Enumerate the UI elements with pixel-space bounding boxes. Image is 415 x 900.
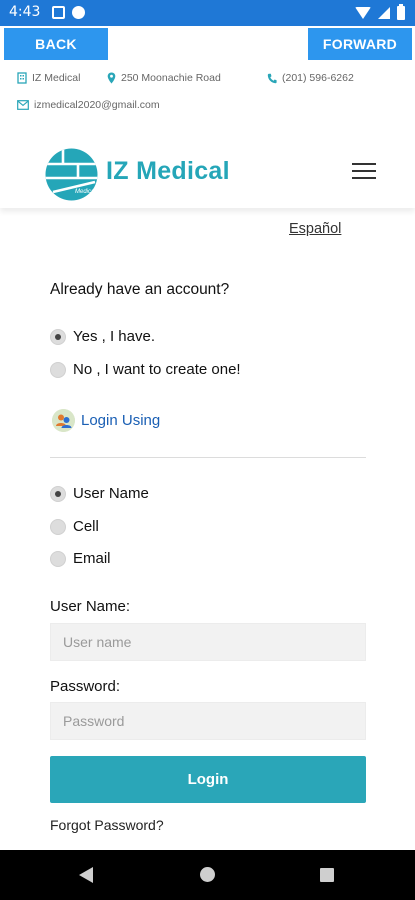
contact-phone-text: (201) 596-6262 [282, 72, 354, 84]
contact-name-text: IZ Medical [32, 72, 81, 84]
radio-button[interactable] [50, 518, 66, 535]
radio-login-cell[interactable]: Cell [50, 518, 99, 535]
system-back-icon[interactable] [79, 867, 93, 883]
system-recents-icon[interactable] [320, 868, 334, 882]
radio-button[interactable] [50, 550, 66, 567]
login-using-link[interactable]: Login Using [52, 409, 160, 432]
wifi-icon [355, 7, 371, 19]
radio-label: User Name [73, 485, 149, 502]
username-label: User Name: [50, 598, 131, 615]
radio-label: Cell [73, 518, 99, 535]
radio-label: Email [73, 550, 111, 567]
system-nav-bar [0, 850, 415, 900]
system-home-icon[interactable] [200, 867, 215, 882]
logo-small-text: Medical [75, 189, 96, 195]
radio-button[interactable] [50, 328, 66, 345]
contact-email[interactable]: izmedical2020@gmail.com [17, 99, 160, 111]
language-link[interactable]: Español [289, 221, 341, 237]
contact-address: 250 Moonachie Road [107, 72, 221, 84]
radio-label: No , I want to create one! [73, 361, 241, 378]
password-label: Password: [50, 678, 121, 695]
status-indicators [355, 4, 405, 22]
notification-icon [52, 6, 65, 19]
divider [50, 457, 366, 458]
map-pin-icon [107, 72, 116, 84]
forgot-password-link[interactable]: Forgot Password? [50, 817, 164, 833]
login-using-label: Login Using [81, 412, 161, 429]
signal-icon [378, 7, 390, 19]
radio-button[interactable] [50, 361, 66, 378]
app-notification-icon [72, 6, 85, 19]
back-button[interactable]: BACK [4, 28, 108, 60]
contact-email-text: izmedical2020@gmail.com [34, 99, 160, 111]
radio-login-email[interactable]: Email [50, 550, 111, 567]
account-question: Already have an account? [50, 281, 230, 298]
status-bar: 4:43 [0, 0, 415, 26]
radio-have-account[interactable]: Yes , I have. [50, 328, 155, 345]
forward-button[interactable]: FORWARD [308, 28, 412, 60]
username-input[interactable] [50, 623, 366, 661]
users-icon [52, 409, 75, 432]
radio-button[interactable] [50, 485, 66, 502]
radio-label: Yes , I have. [73, 328, 156, 345]
battery-icon [397, 4, 405, 20]
login-button[interactable]: Login [50, 756, 366, 803]
status-time: 4:43 [9, 4, 41, 20]
password-input[interactable] [50, 702, 366, 740]
building-icon [17, 72, 27, 84]
site-header: Medical IZ Medical [0, 132, 415, 208]
envelope-icon [17, 100, 29, 110]
contact-phone[interactable]: (201) 596-6262 [267, 72, 354, 84]
radio-login-username[interactable]: User Name [50, 485, 149, 502]
contact-address-text: 250 Moonachie Road [121, 72, 221, 84]
radio-create-account[interactable]: No , I want to create one! [50, 361, 241, 378]
menu-icon[interactable] [352, 162, 378, 180]
logo-text[interactable]: IZ Medical [106, 157, 230, 186]
logo-icon[interactable]: Medical [45, 148, 98, 201]
phone-icon [267, 73, 277, 83]
contact-name: IZ Medical [17, 72, 80, 84]
